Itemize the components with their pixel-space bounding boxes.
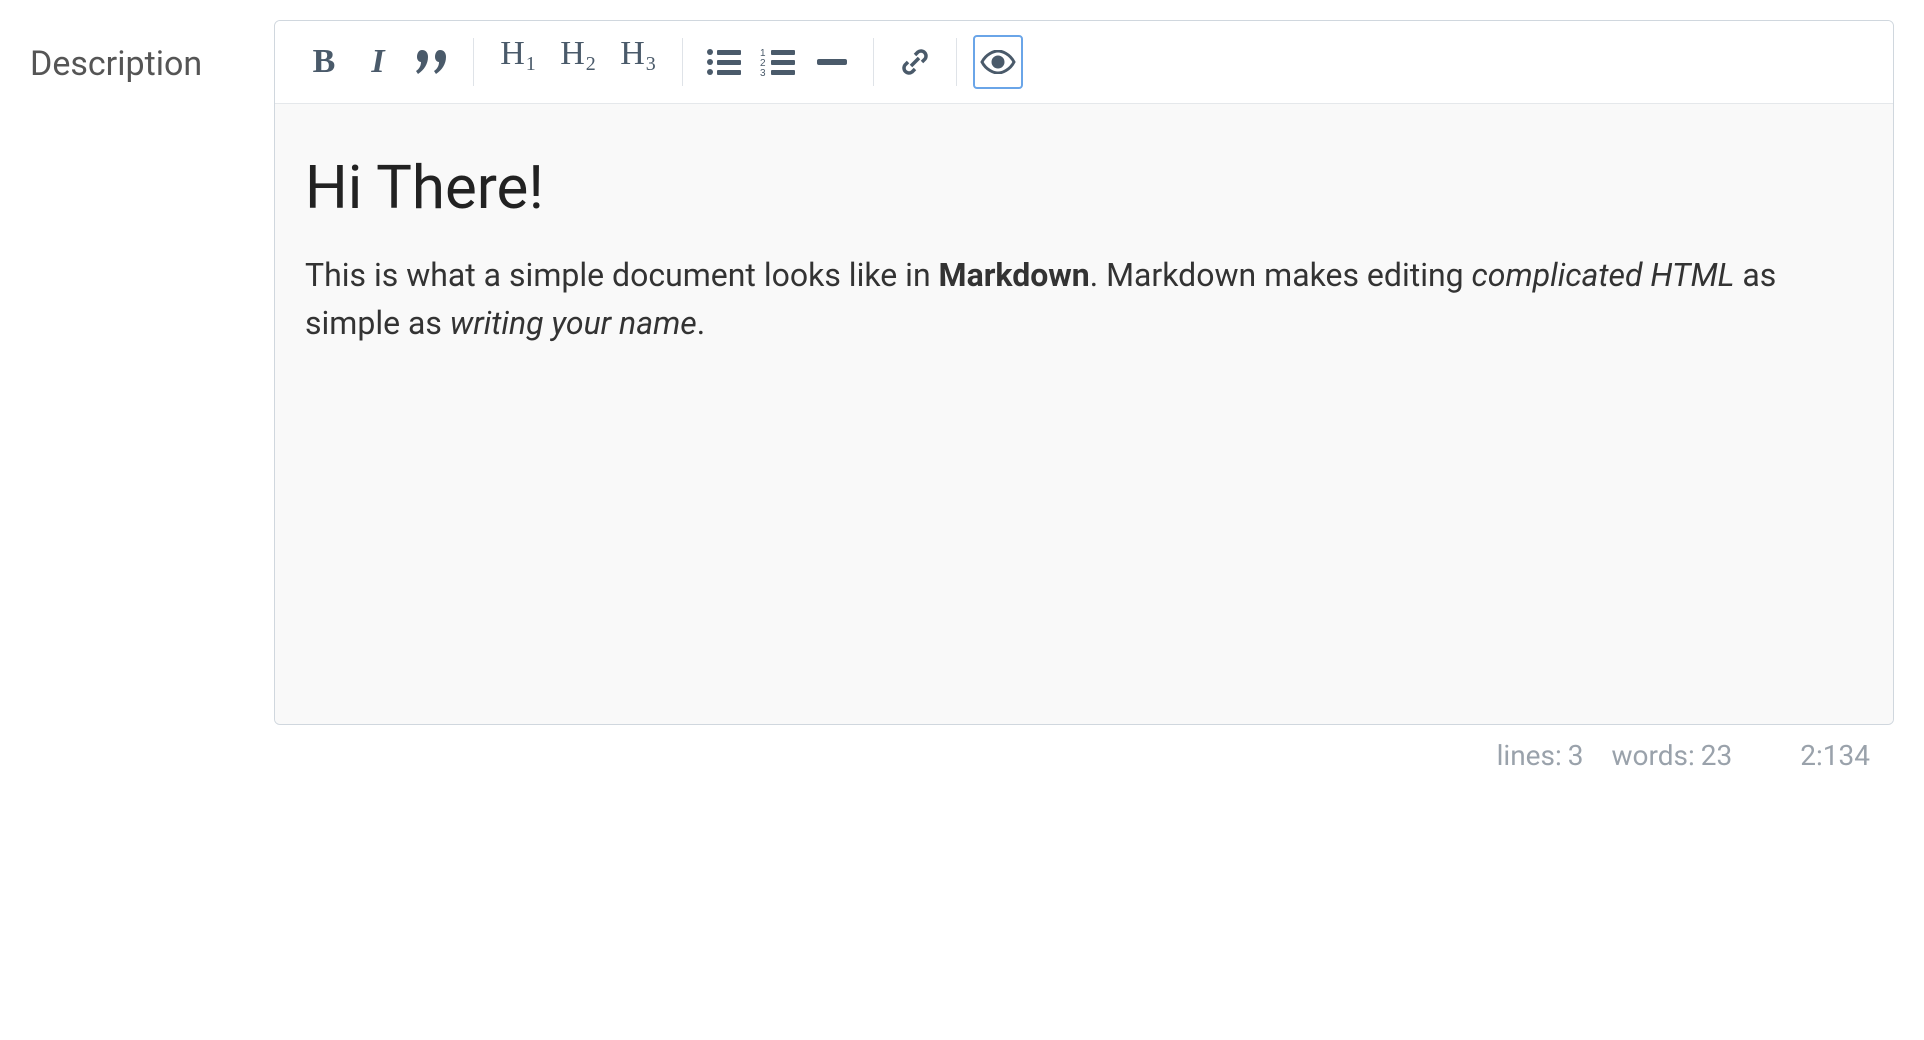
ordered-list-button[interactable]: 1 2 3: [753, 35, 803, 89]
italic-icon: I: [371, 43, 384, 81]
words-label: words:: [1612, 739, 1695, 772]
lines-status: lines: 3: [1497, 739, 1584, 772]
italic-text: writing your name: [450, 304, 697, 342]
preview-button[interactable]: [973, 35, 1023, 89]
editor-toolbar: B I H1 H2: [275, 21, 1893, 104]
unordered-list-icon: [706, 47, 742, 77]
text-segment: This is what a simple document looks lik…: [305, 256, 939, 294]
description-editor-row: Description B I H1: [30, 20, 1894, 772]
quote-button[interactable]: [407, 35, 457, 89]
link-button[interactable]: [890, 35, 940, 89]
h3-button[interactable]: H3: [610, 35, 666, 89]
h1-button[interactable]: H1: [490, 35, 546, 89]
bold-text: Markdown: [939, 256, 1090, 294]
quote-icon: [416, 48, 448, 76]
editor-status-bar: lines: 3 words: 23 2:134: [274, 725, 1894, 772]
link-icon: [898, 45, 932, 79]
toolbar-divider: [682, 38, 683, 86]
heading-sub: 2: [586, 53, 596, 76]
heading-sub: 3: [646, 53, 656, 76]
italic-button[interactable]: I: [353, 35, 403, 89]
italic-text: complicated HTML: [1472, 256, 1735, 294]
text-segment: .: [697, 304, 705, 342]
text-segment: . Markdown makes editing: [1090, 256, 1472, 294]
lines-label: lines:: [1497, 739, 1562, 772]
svg-text:3: 3: [760, 68, 766, 77]
markdown-editor: B I H1 H2: [274, 20, 1894, 725]
toolbar-divider: [956, 38, 957, 86]
cursor-position: 2:134: [1800, 739, 1870, 772]
bold-icon: B: [313, 43, 336, 81]
preview-paragraph: This is what a simple document looks lik…: [305, 251, 1863, 347]
field-label: Description: [30, 20, 250, 84]
horizontal-rule-icon: [817, 58, 847, 66]
preview-area[interactable]: Hi There! This is what a simple document…: [275, 104, 1893, 724]
words-status: words: 23: [1612, 739, 1733, 772]
editor-wrapper: B I H1 H2: [274, 20, 1894, 772]
preview-heading: Hi There!: [305, 152, 1863, 223]
bold-button[interactable]: B: [299, 35, 349, 89]
unordered-list-button[interactable]: [699, 35, 749, 89]
heading-letter: H: [500, 35, 525, 73]
lines-value: 3: [1568, 739, 1584, 772]
heading-letter: H: [620, 35, 645, 73]
toolbar-divider: [873, 38, 874, 86]
ordered-list-icon: 1 2 3: [760, 47, 796, 77]
heading-letter: H: [560, 35, 585, 73]
words-value: 23: [1701, 739, 1732, 772]
horizontal-rule-button[interactable]: [807, 35, 857, 89]
eye-icon: [980, 50, 1016, 74]
heading-sub: 1: [526, 53, 536, 76]
toolbar-divider: [473, 38, 474, 86]
h2-button[interactable]: H2: [550, 35, 606, 89]
